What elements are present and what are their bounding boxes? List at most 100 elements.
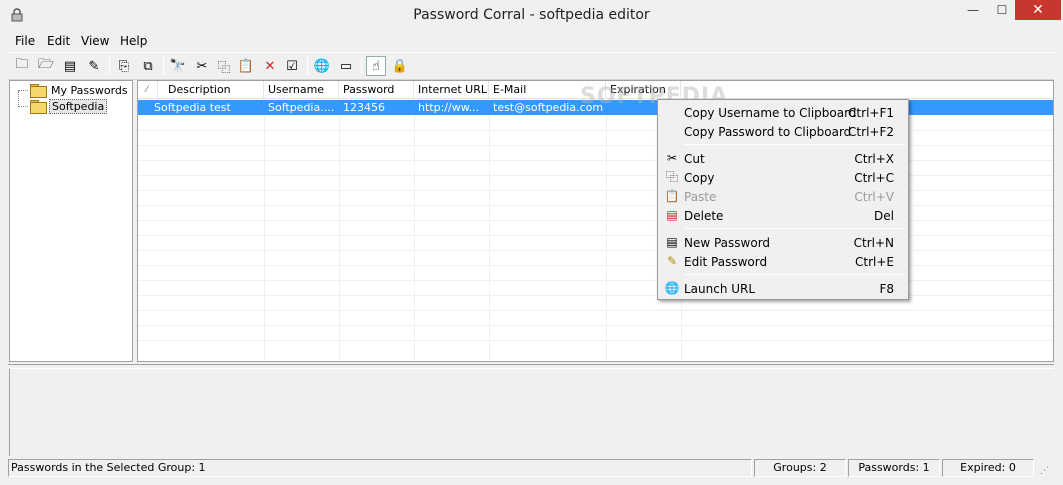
grid-line (606, 100, 607, 361)
minimize-button[interactable]: — (958, 0, 988, 20)
column-header-description[interactable]: Description (158, 81, 264, 99)
find-icon[interactable]: 🔭 (168, 56, 188, 76)
menu-item-shortcut: Ctrl+C (854, 171, 894, 185)
new-password-icon: ▤ (666, 235, 678, 249)
grid-line (264, 100, 265, 361)
cell-username: Softpedia.... (268, 101, 335, 114)
menu-item-shortcut: Del (874, 209, 894, 223)
menu-item-copy-password[interactable]: Copy Password to Clipboard Ctrl+F2 (660, 122, 906, 141)
cell-password: 123456 (343, 101, 385, 114)
copy-username-icon[interactable]: ⎘ (114, 56, 134, 76)
grid-line (138, 190, 1053, 191)
toolbar-separator (163, 57, 164, 75)
menu-separator (684, 144, 904, 145)
tree-connector (18, 91, 19, 107)
delete-icon[interactable]: ✕ (260, 56, 280, 76)
menu-item-edit-password[interactable]: ✎ Edit Password Ctrl+E (660, 252, 906, 271)
copy-icon[interactable]: ⿻ (214, 56, 234, 76)
grid-line (339, 100, 340, 361)
menu-item-shortcut: Ctrl+F2 (848, 125, 894, 139)
menu-help[interactable]: Help (120, 34, 147, 48)
column-header-sort[interactable]: ⁄ (138, 81, 158, 99)
menu-item-label: Cut (684, 152, 705, 166)
status-bar: Passwords in the Selected Group: 1 Group… (0, 458, 1063, 480)
delete-icon: ▤ (666, 208, 678, 222)
folder-icon (30, 84, 47, 98)
menu-item-new-password[interactable]: ▤ New Password Ctrl+N (660, 233, 906, 252)
grid-line (138, 340, 1053, 341)
grid-line (489, 100, 490, 361)
column-header-password[interactable]: Password (339, 81, 414, 99)
menu-view[interactable]: View (81, 34, 109, 48)
paste-icon: 📋 (664, 189, 680, 203)
new-password-icon[interactable]: ▤ (60, 56, 80, 76)
new-group-icon[interactable]: 🗀 (12, 56, 32, 76)
toolbar-separator (109, 57, 110, 75)
menu-item-label: Launch URL (684, 282, 756, 296)
window-icon[interactable]: ▭ (336, 56, 356, 76)
tree-item-label: Softpedia (49, 98, 108, 114)
context-menu: Copy Username to Clipboard Ctrl+F1 Copy … (657, 99, 909, 300)
paste-icon[interactable]: 📋 (236, 56, 256, 76)
grid-line (138, 235, 1053, 236)
tree-connector (18, 106, 28, 107)
grid-line (138, 280, 1053, 281)
cell-internet-url: http://ww... (418, 101, 480, 114)
grid-line (138, 310, 1053, 311)
menu-item-delete[interactable]: ▤ Delete Del (660, 206, 906, 225)
group-tree[interactable]: My Passwords Softpedia (9, 80, 133, 362)
cut-icon[interactable]: ✂ (192, 56, 212, 76)
grid-line (138, 145, 1053, 146)
menu-item-shortcut: Ctrl+X (854, 152, 894, 166)
edit-group-icon[interactable]: 🗁 (36, 56, 56, 76)
menu-item-launch-url[interactable]: 🌐 Launch URL F8 (660, 279, 906, 298)
menu-item-shortcut: Ctrl+E (855, 255, 894, 269)
notes-pane[interactable] (9, 368, 1054, 456)
grid-line (138, 325, 1053, 326)
tree-item-label: My Passwords (51, 83, 128, 97)
menu-item-shortcut: F8 (879, 282, 894, 296)
menu-item-label: Paste (684, 190, 717, 204)
launch-url-icon[interactable]: 🌐 (312, 56, 332, 76)
grid-line (138, 160, 1053, 161)
launch-url-icon: 🌐 (664, 281, 680, 295)
window-title: Password Corral - softpedia editor (413, 7, 650, 23)
status-expired: Expired: 0 (942, 459, 1034, 477)
autotype-icon[interactable]: ☝ (366, 56, 386, 76)
menu-item-cut[interactable]: ✂ Cut Ctrl+X (660, 149, 906, 168)
lock-icon[interactable]: 🔒 (390, 56, 410, 76)
menu-separator (684, 228, 904, 229)
copy-password-icon[interactable]: ⧉ (138, 56, 158, 76)
copy-icon: ⿻ (665, 170, 678, 184)
tree-item-softpedia[interactable]: Softpedia (30, 98, 108, 114)
edit-password-icon: ✎ (666, 254, 678, 268)
menu-item-label: Copy Username to Clipboard (684, 106, 857, 120)
menu-item-label: Copy Password to Clipboard (684, 125, 852, 139)
grid-line (138, 220, 1053, 221)
menu-item-paste[interactable]: 📋 Paste Ctrl+V (660, 187, 906, 206)
toolbar-separator (307, 57, 308, 75)
resize-grip-icon[interactable]: ⋰ (1040, 466, 1049, 476)
toolbar: 🗀 🗁 ▤ ✎ ⎘ ⧉ 🔭 ✂ ⿻ 📋 ✕ ☑ 🌐 ▭ ☝ 🔒 (8, 52, 1054, 80)
properties-icon[interactable]: ☑ (282, 56, 302, 76)
column-header-username[interactable]: Username (264, 81, 339, 99)
password-list[interactable]: ⁄ Description Username Password Internet… (137, 80, 1054, 362)
edit-password-icon[interactable]: ✎ (84, 56, 104, 76)
menu-item-copy-username[interactable]: Copy Username to Clipboard Ctrl+F1 (660, 103, 906, 122)
close-button[interactable]: ✕ (1015, 0, 1061, 20)
menu-item-shortcut: Ctrl+V (854, 190, 894, 204)
menu-edit[interactable]: Edit (47, 34, 70, 48)
menu-item-label: New Password (684, 236, 771, 250)
sort-indicator-icon: ⁄ (146, 85, 148, 95)
title-bar: Password Corral - softpedia editor — ☐ ✕ (0, 0, 1063, 31)
open-folder-icon (30, 100, 47, 114)
menu-item-copy[interactable]: ⿻ Copy Ctrl+C (660, 168, 906, 187)
menu-file[interactable]: File (15, 34, 35, 48)
grid-line (138, 250, 1053, 251)
column-header-internet-url[interactable]: Internet URL (414, 81, 489, 99)
menu-bar: File Edit View Help (0, 31, 1063, 51)
menu-item-shortcut: Ctrl+N (853, 236, 894, 250)
tree-item-my-passwords[interactable]: My Passwords (30, 82, 130, 98)
maximize-button[interactable]: ☐ (987, 0, 1017, 20)
cell-description: Softpedia test (154, 101, 231, 114)
